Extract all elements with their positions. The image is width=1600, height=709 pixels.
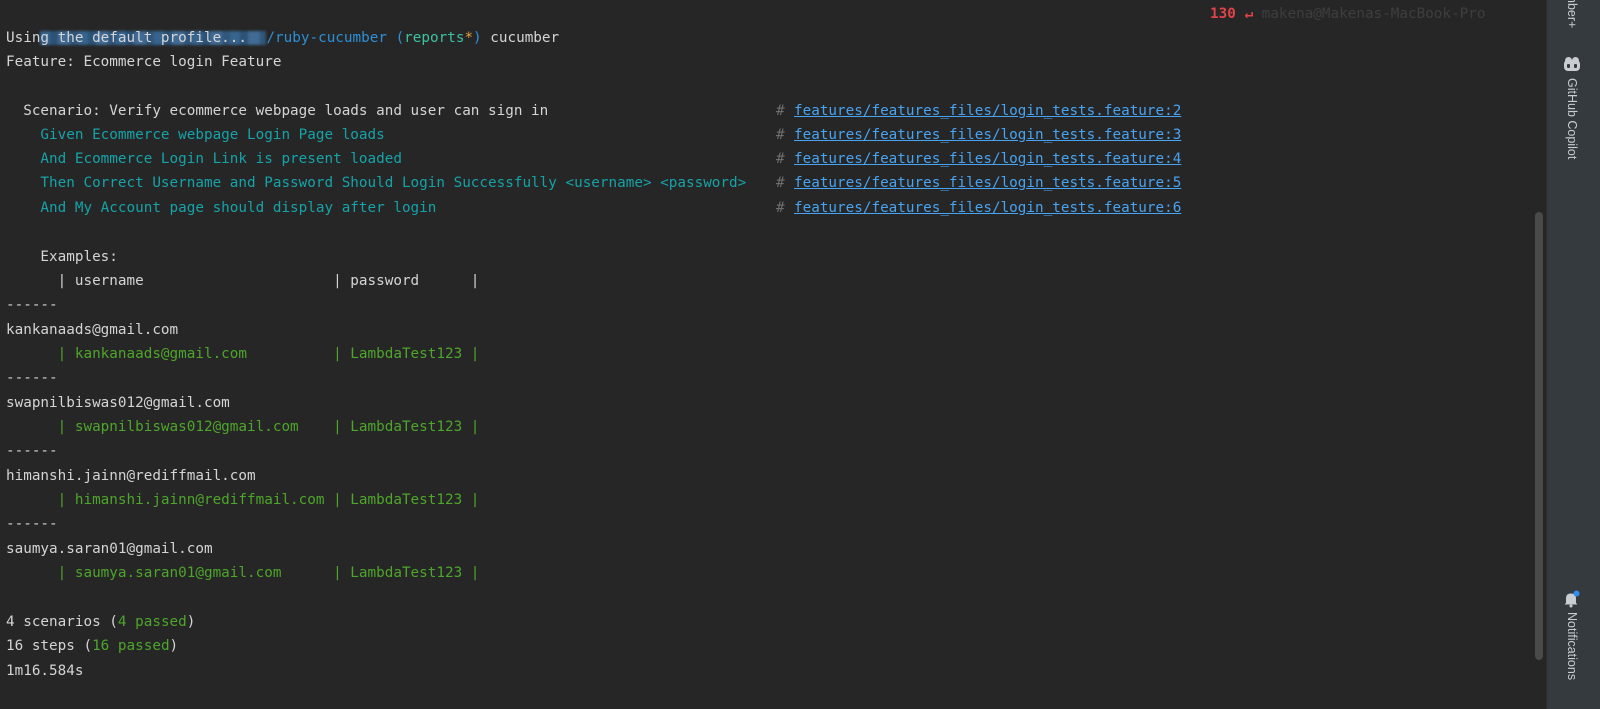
examples-table-header: | username | password |	[6, 273, 480, 289]
step-line: And My Account page should display after…	[6, 200, 437, 216]
scenario-line: Scenario: Verify ecommerce webpage loads…	[6, 103, 549, 119]
user-host: makena@Makenas-MacBook-Pro	[1261, 6, 1486, 22]
feature-line: Feature: Ecommerce login Feature	[6, 54, 282, 70]
notifications-bell-icon[interactable]	[1562, 590, 1580, 608]
step-file-link[interactable]: features/features_files/login_tests.feat…	[794, 123, 1181, 147]
step-line: And Ecommerce Login Link is present load…	[6, 151, 402, 167]
step-file-link[interactable]: features/features_files/login_tests.feat…	[794, 196, 1181, 220]
example-printed-email: saumya.saran01@gmail.com	[6, 541, 213, 557]
example-row: | kankanaads@gmail.com | LambdaTest123 |	[6, 346, 480, 362]
scenarios-passed: 4 passed	[117, 614, 187, 630]
example-row: | saumya.saran01@gmail.com | LambdaTest1…	[6, 565, 480, 581]
separator: ------	[6, 297, 58, 313]
step-line: Then Correct Username and Password Shoul…	[6, 175, 747, 191]
github-copilot-tab[interactable]: GitHub Copilot	[1565, 78, 1579, 159]
notifications-tab[interactable]: Notifications	[1565, 612, 1579, 680]
separator: ------	[6, 370, 58, 386]
return-icon: ↵	[1244, 6, 1254, 22]
terminal-output[interactable]: /ruby-cucumber (reports*) cucumber 130 ↵…	[0, 0, 1545, 709]
example-printed-email: swapnilbiswas012@gmail.com	[6, 395, 230, 411]
comment-hash: #	[776, 200, 785, 216]
separator: ------	[6, 443, 58, 459]
examples-label: Examples:	[6, 249, 118, 265]
scenario-file-link[interactable]: features/features_files/login_tests.feat…	[794, 99, 1181, 123]
comment-hash: #	[776, 103, 785, 119]
step-file-link[interactable]: features/features_files/login_tests.feat…	[794, 147, 1181, 171]
prompt-line: /ruby-cucumber (reports*) cucumber	[6, 2, 559, 46]
scenarios-summary: 4 scenarios (4 passed)	[6, 614, 196, 630]
step-file-link[interactable]: features/features_files/login_tests.feat…	[794, 171, 1181, 195]
example-row: | swapnilbiswas012@gmail.com | LambdaTes…	[6, 419, 480, 435]
git-branch: reports	[404, 30, 465, 46]
command: cucumber	[490, 30, 560, 46]
duration: 1m16.584s	[6, 663, 84, 679]
dirty-marker: *	[464, 30, 474, 46]
comment-hash: #	[776, 127, 785, 143]
tool-window-partial[interactable]: nber+	[1565, 0, 1579, 28]
right-prompt: 130 ↵ makena@Makenas-MacBook-Pro	[1210, 2, 1485, 26]
steps-summary: 16 steps (16 passed)	[6, 638, 179, 654]
prompt-dir: /ruby-cucumber	[266, 30, 387, 46]
profile-line: Using the default profile...	[6, 30, 248, 46]
example-printed-email: himanshi.jainn@rediffmail.com	[6, 468, 256, 484]
example-printed-email: kankanaads@gmail.com	[6, 322, 179, 338]
comment-hash: #	[776, 175, 785, 191]
comment-hash: #	[776, 151, 785, 167]
right-tool-strip: nber+ GitHub Copilot Notifications	[1546, 0, 1600, 709]
vertical-scrollbar[interactable]	[1535, 212, 1543, 660]
steps-passed: 16 passed	[92, 638, 170, 654]
exit-code: 130	[1210, 6, 1236, 22]
step-line: Given Ecommerce webpage Login Page loads	[6, 127, 385, 143]
copilot-icon[interactable]	[1563, 56, 1581, 72]
example-row: | himanshi.jainn@rediffmail.com | Lambda…	[6, 492, 480, 508]
separator: ------	[6, 516, 58, 532]
